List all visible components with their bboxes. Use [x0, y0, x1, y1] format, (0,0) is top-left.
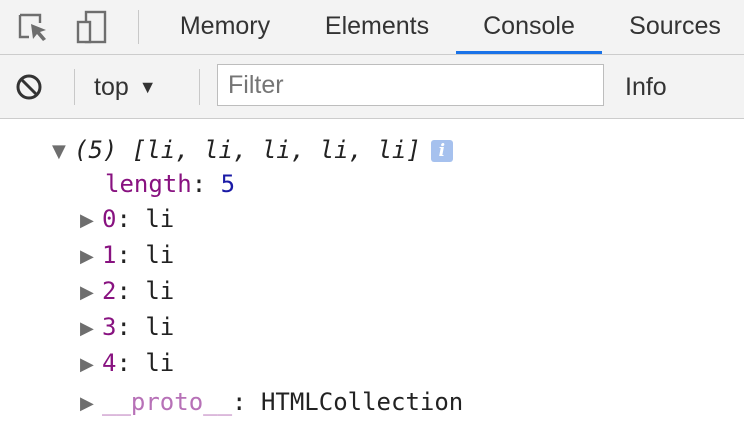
property-value: li	[145, 205, 175, 233]
property-proto[interactable]: ▶ __proto__: HTMLCollection	[80, 386, 463, 418]
property-item-2[interactable]: ▶ 2: li	[80, 275, 174, 307]
expand-triangle-icon[interactable]: ▶	[80, 313, 102, 345]
expand-triangle-icon[interactable]: ▶	[80, 277, 102, 309]
console-message-summary[interactable]: ▼ (5) [li, li, li, li, li] i	[52, 134, 453, 166]
expand-triangle-icon[interactable]: ▶	[80, 349, 102, 381]
filter-input[interactable]	[217, 64, 604, 106]
property-value: li	[145, 241, 175, 269]
property-key: 1	[102, 241, 117, 269]
collapse-triangle-icon[interactable]: ▼	[52, 136, 74, 168]
context-selector[interactable]: top ▼	[94, 68, 157, 106]
property-key: 3	[102, 313, 117, 341]
property-key: length	[105, 170, 192, 198]
console-toolbar: top ▼ Info	[0, 55, 744, 119]
device-toolbar-icon[interactable]	[75, 10, 109, 44]
devtools-panel: Memory Elements Console Sources top ▼ Inf…	[0, 0, 744, 424]
tab-sources[interactable]: Sources	[612, 0, 738, 54]
property-key: 4	[102, 349, 117, 377]
console-output: ▼ (5) [li, li, li, li, li] i length: 5 ▶ 0:…	[0, 119, 744, 424]
devtools-tabbar: Memory Elements Console Sources	[0, 0, 744, 55]
property-value: li	[145, 277, 175, 305]
collection-items: [li, li, li, li, li]	[131, 136, 421, 164]
tab-elements[interactable]: Elements	[306, 0, 448, 54]
toolbar-separator	[199, 69, 200, 105]
expand-triangle-icon[interactable]: ▶	[80, 241, 102, 273]
clear-console-icon[interactable]	[14, 72, 44, 102]
property-key: __proto__	[102, 388, 233, 416]
property-key: 0	[102, 205, 117, 233]
expand-triangle-icon[interactable]: ▶	[80, 205, 102, 237]
property-item-4[interactable]: ▶ 4: li	[80, 347, 174, 379]
property-item-1[interactable]: ▶ 1: li	[80, 239, 174, 271]
property-key: 2	[102, 277, 117, 305]
context-selector-label: top	[94, 73, 129, 101]
expand-triangle-icon[interactable]: ▶	[80, 388, 102, 420]
info-icon[interactable]: i	[430, 140, 453, 162]
property-item-3[interactable]: ▶ 3: li	[80, 311, 174, 343]
collection-count: (5)	[74, 136, 118, 164]
property-item-0[interactable]: ▶ 0: li	[80, 203, 174, 235]
tab-memory[interactable]: Memory	[160, 0, 290, 54]
property-value: li	[145, 349, 175, 377]
toolbar-separator	[74, 69, 75, 105]
tab-console[interactable]: Console	[456, 0, 602, 54]
property-length: length: 5	[105, 170, 236, 198]
triangle-down-icon: ▼	[138, 77, 157, 97]
inspect-element-icon[interactable]	[16, 10, 50, 44]
log-levels-dropdown[interactable]: Info	[625, 68, 667, 106]
property-value: li	[145, 313, 175, 341]
property-value: HTMLCollection	[260, 388, 464, 416]
tabbar-separator	[138, 10, 139, 44]
property-value: 5	[220, 170, 236, 198]
